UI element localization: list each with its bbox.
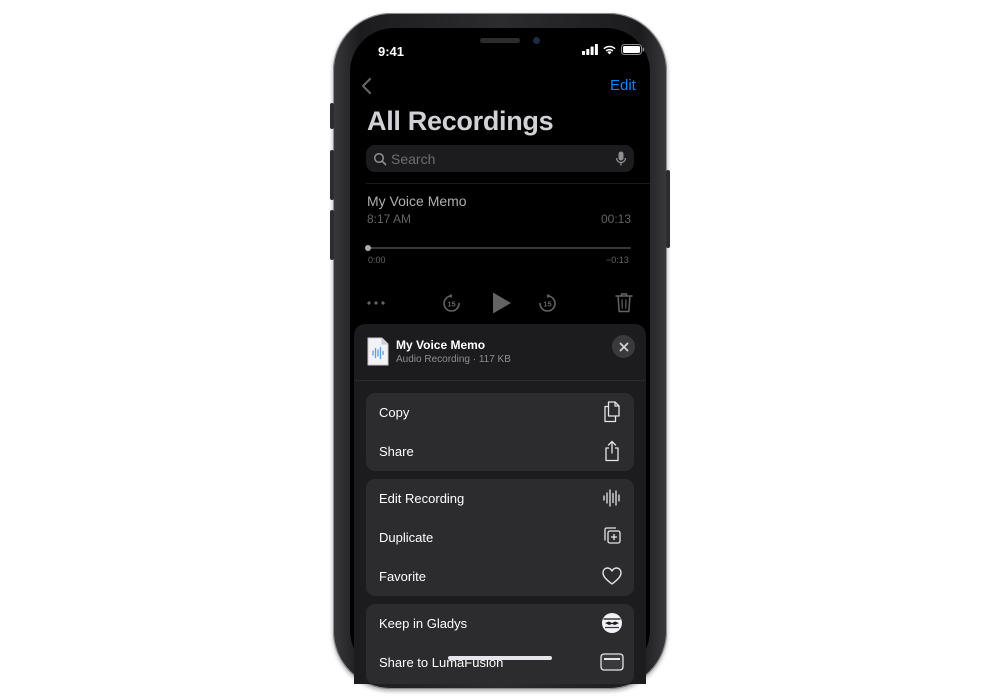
- keep-in-gladys-action[interactable]: Keep in Gladys: [366, 604, 634, 643]
- signal-icon: [582, 44, 598, 55]
- skip-back-15-icon[interactable]: 15: [441, 293, 462, 314]
- side-button: [666, 170, 670, 248]
- recording-time: 8:17 AM: [367, 212, 412, 226]
- action-label: Duplicate: [379, 530, 434, 545]
- sheet-subtitle: Audio Recording · 117 KB: [396, 354, 511, 365]
- wifi-icon: [603, 45, 616, 55]
- microphone-icon[interactable]: [615, 151, 627, 167]
- home-indicator[interactable]: [448, 656, 552, 660]
- action-label: Keep in Gladys: [379, 616, 468, 631]
- recording-name[interactable]: My Voice Memo: [367, 193, 467, 209]
- action-group-3: Keep in Gladys Share to LumaFusion: [366, 604, 634, 684]
- sheet-title: My Voice Memo: [396, 338, 486, 352]
- earpiece-speaker: [480, 38, 520, 43]
- favorite-action[interactable]: Favorite: [366, 557, 634, 596]
- play-icon[interactable]: [491, 291, 513, 315]
- svg-text:15: 15: [447, 300, 455, 309]
- remaining-time: −0:13: [606, 255, 629, 265]
- sheet-header-divider: [354, 380, 646, 381]
- action-group-1: Copy Share: [366, 393, 634, 471]
- trash-icon[interactable]: [615, 292, 633, 313]
- action-group-2: Edit Recording Duplicate Favorite: [366, 479, 634, 596]
- scrubber-knob[interactable]: [365, 245, 371, 251]
- front-camera: [533, 37, 540, 44]
- list-divider: [366, 183, 650, 184]
- audio-file-icon: [367, 337, 389, 366]
- scrubber-track[interactable]: [368, 247, 631, 249]
- search-icon: [373, 152, 387, 165]
- action-label: Share: [379, 444, 414, 459]
- duplicate-icon: [604, 527, 621, 544]
- skip-forward-15-icon[interactable]: 15: [537, 293, 558, 314]
- waveform-icon: [603, 489, 620, 507]
- page-title: All Recordings: [367, 106, 554, 136]
- heart-icon: [602, 567, 622, 585]
- share-action[interactable]: Share: [366, 432, 634, 471]
- duplicate-action[interactable]: Duplicate: [366, 518, 634, 557]
- gladys-icon: [602, 613, 622, 633]
- back-chevron-icon[interactable]: [358, 76, 376, 96]
- search-bar[interactable]: [366, 145, 634, 172]
- copy-icon: [604, 401, 620, 423]
- status-icons: [582, 44, 645, 55]
- battery-icon: [621, 44, 645, 55]
- close-button[interactable]: [612, 335, 635, 358]
- share-to-lumafusion-action[interactable]: Share to LumaFusion: [366, 643, 634, 682]
- edit-recording-action[interactable]: Edit Recording: [366, 479, 634, 518]
- svg-text:15: 15: [543, 300, 551, 309]
- silent-switch: [330, 103, 334, 129]
- close-icon: [619, 342, 628, 351]
- copy-action[interactable]: Copy: [366, 393, 634, 432]
- action-label: Edit Recording: [379, 491, 465, 506]
- status-time: 9:41: [378, 44, 405, 59]
- lumafusion-icon: [600, 653, 624, 671]
- action-label: Favorite: [379, 569, 426, 584]
- recording-duration: 00:13: [601, 212, 632, 226]
- edit-button[interactable]: Edit: [610, 77, 636, 94]
- volume-down-button: [330, 210, 334, 260]
- elapsed-time: 0:00: [368, 255, 386, 265]
- share-icon: [605, 440, 619, 462]
- action-label: Copy: [379, 405, 410, 420]
- volume-up-button: [330, 150, 334, 200]
- search-input[interactable]: [391, 150, 591, 167]
- more-icon[interactable]: [366, 298, 386, 308]
